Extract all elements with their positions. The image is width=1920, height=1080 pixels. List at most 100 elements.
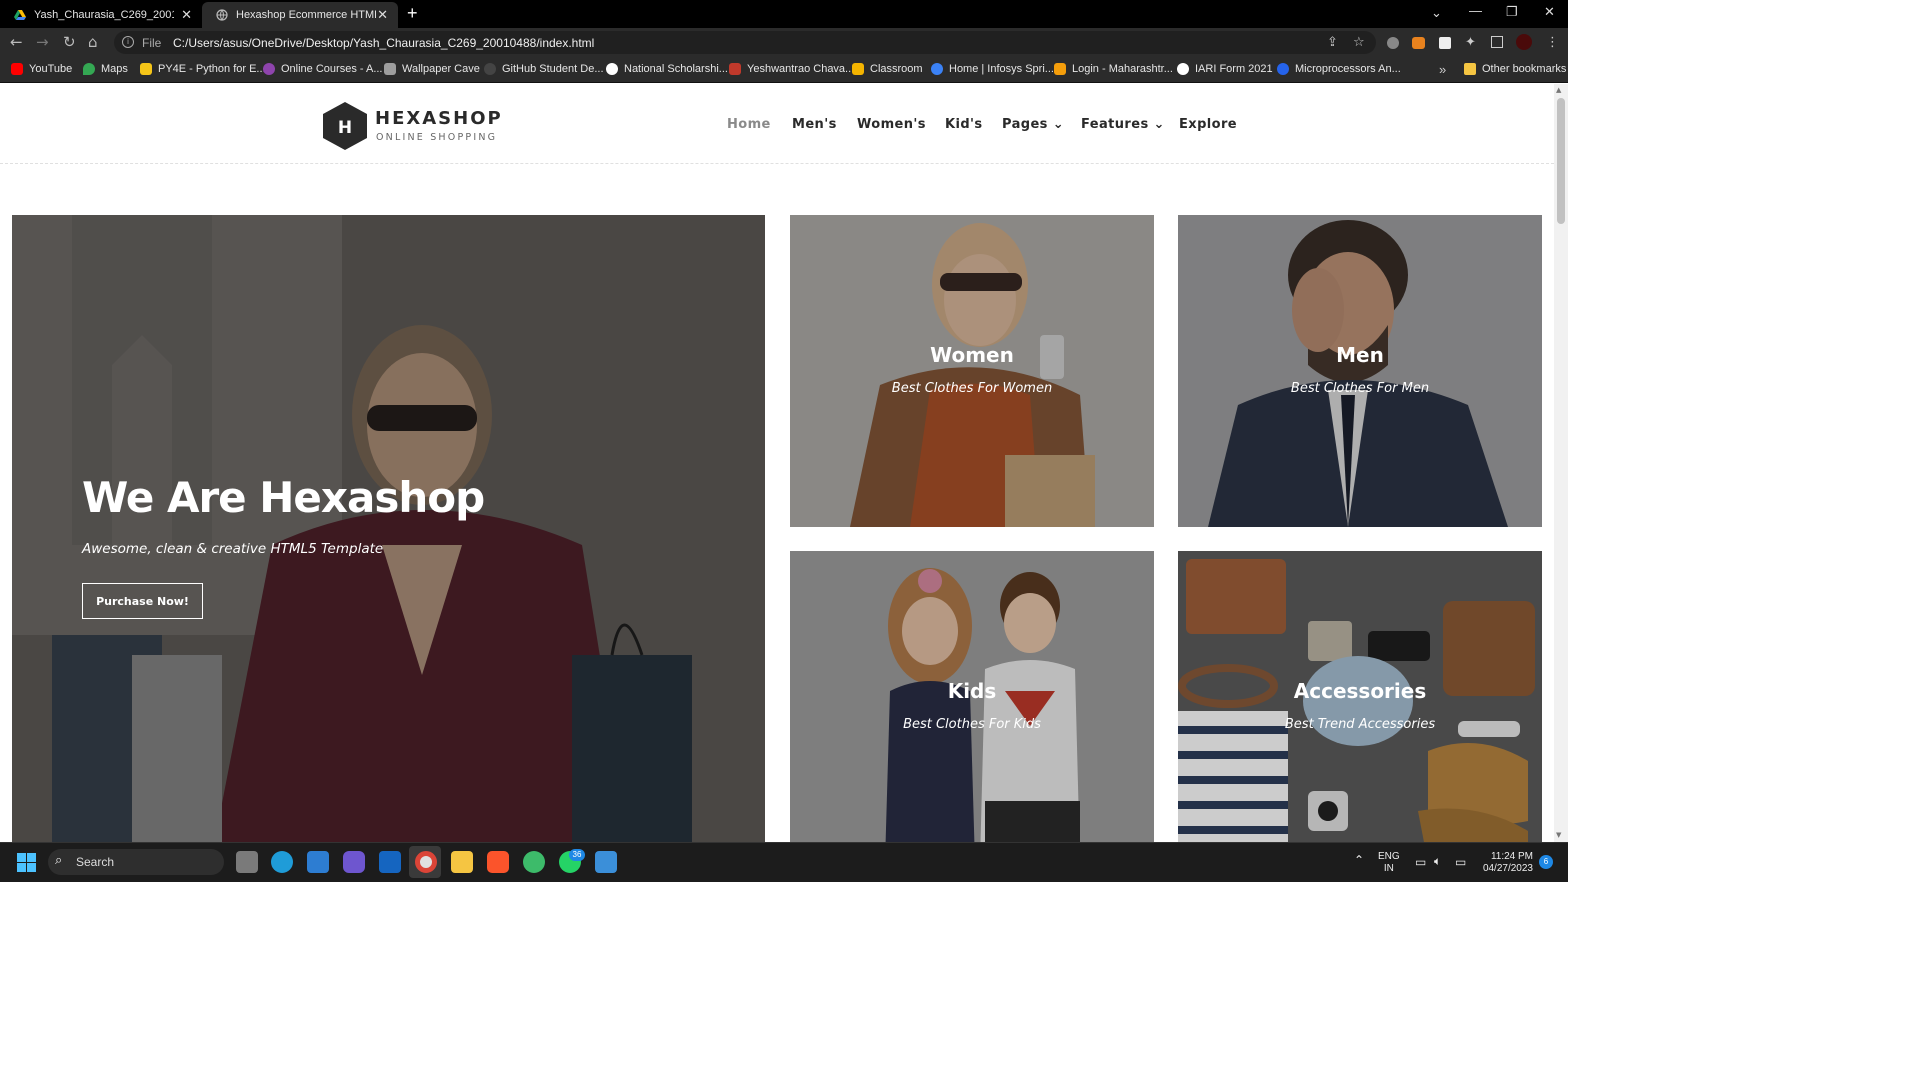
restore-button[interactable]: ❐ [1506, 4, 1518, 20]
logo-letter: H [338, 118, 352, 138]
category-card-accessories[interactable]: Accessories Best Trend Accessories [1178, 551, 1542, 842]
remote-desktop-icon[interactable] [307, 851, 329, 873]
edge-icon[interactable] [271, 851, 293, 873]
login-icon [1054, 63, 1066, 75]
bookmark-item[interactable]: Yeshwantrao Chava... [729, 62, 854, 76]
close-icon[interactable]: ✕ [181, 7, 192, 23]
category-card-kids[interactable]: Kids Best Clothes For Kids [790, 551, 1154, 842]
bookmark-item[interactable]: PY4E - Python for E... [140, 62, 266, 76]
other-bookmarks[interactable]: Other bookmarks [1464, 62, 1566, 76]
nav-explore[interactable]: Explore [1179, 117, 1237, 132]
globe-icon [216, 9, 228, 21]
mail-icon[interactable] [379, 851, 401, 873]
scroll-up-icon[interactable]: ▲ [1556, 86, 1561, 94]
tab-drive[interactable]: Yash_Chaurasia_C269_20010488 ✕ [0, 2, 202, 28]
menu-dots-icon[interactable]: ⋮ [1546, 35, 1559, 50]
nav-womens[interactable]: Women's [857, 117, 926, 132]
copilot-icon[interactable] [343, 851, 365, 873]
navigator-icon[interactable] [523, 851, 545, 873]
wallpaper-icon [384, 63, 396, 75]
windows-start-icon[interactable] [17, 853, 36, 872]
github-icon [484, 63, 496, 75]
category-card-women[interactable]: Women Best Clothes For Women [790, 215, 1154, 527]
network-icon[interactable]: ▭ [1415, 855, 1426, 869]
infosys-icon [931, 63, 943, 75]
category-card-men[interactable]: Men Best Clothes For Men [1178, 215, 1542, 527]
logo-title[interactable]: HEXASHOP [375, 108, 503, 129]
notification-badge[interactable]: 6 [1539, 855, 1553, 869]
bookmark-item[interactable]: Login - Maharashtr... [1054, 62, 1173, 76]
bookmark-item[interactable]: Classroom [852, 62, 923, 76]
bookmark-item[interactable]: Online Courses - A... [263, 62, 383, 76]
scroll-down-icon[interactable]: ▼ [1556, 831, 1561, 839]
star-icon[interactable]: ☆ [1353, 35, 1365, 50]
language-indicator[interactable]: ENG IN [1378, 851, 1400, 875]
battery-icon[interactable]: ▭ [1455, 855, 1466, 869]
volume-icon[interactable]: 🔈︎ [1434, 854, 1441, 869]
forward-arrow-icon[interactable]: → [36, 34, 49, 50]
puzzle-icon[interactable]: ✦ [1465, 35, 1476, 50]
globe-icon [606, 63, 618, 75]
metamask-icon[interactable] [1412, 37, 1425, 49]
taskbar-search[interactable] [48, 849, 224, 875]
clock[interactable]: 11:24 PM 04/27/2023 [1477, 851, 1533, 875]
reload-icon[interactable]: ↻ [63, 34, 76, 50]
youtube-icon [11, 63, 23, 75]
avatar[interactable] [1516, 34, 1532, 50]
brave-icon[interactable] [487, 851, 509, 873]
extension-b-icon[interactable] [1439, 37, 1451, 49]
bookmark-item[interactable]: Wallpaper Cave [384, 62, 480, 76]
info-icon[interactable]: i [122, 36, 134, 48]
tab-hexashop[interactable]: Hexashop Ecommerce HTML CSS ✕ [202, 2, 398, 28]
nav-pages[interactable]: Pages ⌄ [1002, 117, 1064, 132]
file-explorer-icon[interactable] [451, 851, 473, 873]
tray-chevron-icon[interactable]: ⌃ [1354, 853, 1364, 867]
college-icon [729, 63, 741, 75]
bookmark-item[interactable]: National Scholarshi... [606, 62, 728, 76]
bookmark-item[interactable]: Microprocessors An... [1277, 62, 1401, 76]
category-title: Accessories [1293, 679, 1427, 703]
bookmark-item[interactable]: Maps [83, 62, 128, 76]
site-header [0, 84, 1554, 164]
photos-icon[interactable] [595, 851, 617, 873]
tab-title: Yash_Chaurasia_C269_20010488 [34, 9, 174, 21]
category-subtitle: Best Clothes For Men [1290, 381, 1430, 396]
bookmarks-overflow-button[interactable]: » [1439, 62, 1446, 77]
bookmark-item[interactable]: Home | Infosys Spri... [931, 62, 1054, 76]
microprocessor-icon [1277, 63, 1289, 75]
window-close-button[interactable]: ✕ [1544, 4, 1555, 20]
logo-hexagon-icon[interactable]: H [322, 101, 368, 151]
url-text[interactable]: C:/Users/asus/OneDrive/Desktop/Yash_Chau… [173, 36, 594, 50]
category-subtitle: Best Clothes For Kids [903, 717, 1041, 732]
chevron-down-icon[interactable]: ⌄ [1431, 5, 1442, 21]
category-title: Men [1336, 343, 1384, 367]
category-title: Kids [947, 679, 997, 703]
task-view-icon[interactable] [236, 851, 258, 873]
bookmark-item[interactable]: YouTube [11, 62, 72, 76]
men-image [1178, 215, 1542, 527]
scrollbar-thumb[interactable] [1557, 98, 1565, 224]
hero-subtitle: Awesome, clean & creative HTML5 Template [82, 541, 384, 557]
hero-title: We Are Hexashop [82, 473, 485, 522]
classroom-icon [852, 63, 864, 75]
nav-kids[interactable]: Kid's [945, 117, 983, 132]
nav-mens[interactable]: Men's [792, 117, 837, 132]
minimize-button[interactable]: — [1469, 3, 1482, 18]
back-arrow-icon[interactable]: ← [10, 34, 23, 50]
new-tab-button[interactable]: + [407, 3, 418, 24]
logo-subtitle: ONLINE SHOPPING [376, 132, 498, 143]
home-icon[interactable]: ⌂ [88, 34, 98, 50]
share-icon[interactable]: ⇪ [1327, 35, 1338, 50]
bookmark-item[interactable]: IARI Form 2021 [1177, 62, 1273, 76]
category-title: Women [930, 343, 1014, 367]
grammarly-icon[interactable] [1387, 37, 1399, 49]
side-panel-icon[interactable] [1491, 36, 1503, 48]
purchase-button[interactable]: Purchase Now! [82, 583, 203, 619]
women-image [790, 215, 1154, 527]
bookmark-item[interactable]: GitHub Student De... [484, 62, 604, 76]
close-icon[interactable]: ✕ [377, 7, 388, 23]
nav-home[interactable]: Home [727, 117, 771, 132]
chrome-icon[interactable] [415, 851, 437, 873]
nav-features[interactable]: Features ⌄ [1081, 117, 1165, 132]
scheme-label: File [142, 36, 162, 50]
